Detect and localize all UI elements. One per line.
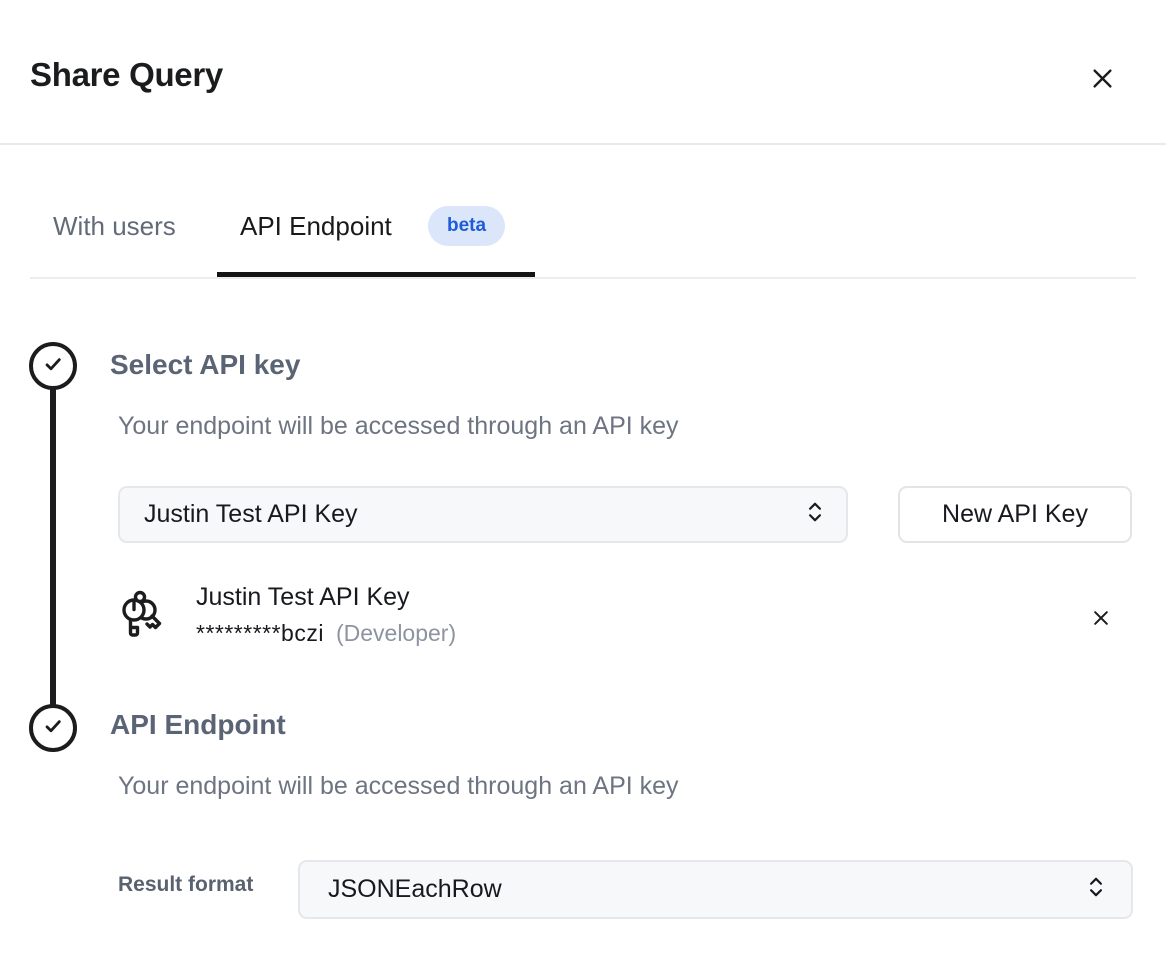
selected-key-masked-secret: *********bczi: [196, 620, 324, 647]
x-remove-icon: [1091, 608, 1111, 631]
check-icon: [40, 351, 66, 382]
modal-title: Share Query: [30, 56, 223, 94]
tab-with-users[interactable]: With users: [53, 211, 176, 242]
result-format-select[interactable]: JSONEachRow: [298, 860, 1133, 919]
stepper-connector-line: [50, 380, 56, 714]
selected-key-details: *********bczi (Developer): [196, 620, 456, 647]
new-api-key-button[interactable]: New API Key: [898, 486, 1132, 543]
selected-key-name: Justin Test API Key: [196, 583, 410, 612]
share-query-modal: { "header": { "title": "Share Query" }, …: [0, 0, 1166, 954]
step-1-title: Select API key: [110, 349, 300, 381]
tab-api-endpoint[interactable]: API Endpoint: [240, 211, 392, 242]
step-1-description: Your endpoint will be accessed through a…: [118, 412, 679, 441]
header-divider: [0, 143, 1166, 145]
api-key-select[interactable]: Justin Test API Key: [118, 486, 848, 543]
tabs-divider: [30, 277, 1136, 279]
step-1-complete-indicator: [29, 342, 77, 390]
chevron-up-down-icon: [806, 500, 824, 529]
remove-key-button[interactable]: [1082, 600, 1120, 638]
keys-icon: [119, 590, 163, 647]
api-key-select-value: Justin Test API Key: [144, 500, 358, 529]
step-2-complete-indicator: [29, 704, 77, 752]
step-2-title: API Endpoint: [110, 709, 286, 741]
check-icon: [40, 713, 66, 744]
chevron-up-down-icon: [1087, 875, 1105, 904]
selected-key-role: (Developer): [336, 620, 456, 647]
beta-badge: beta: [428, 206, 505, 246]
close-icon: [1089, 65, 1116, 95]
result-format-label: Result format: [118, 873, 253, 897]
step-2-description: Your endpoint will be accessed through a…: [118, 772, 679, 801]
close-button[interactable]: [1082, 60, 1122, 100]
result-format-value: JSONEachRow: [328, 875, 502, 904]
